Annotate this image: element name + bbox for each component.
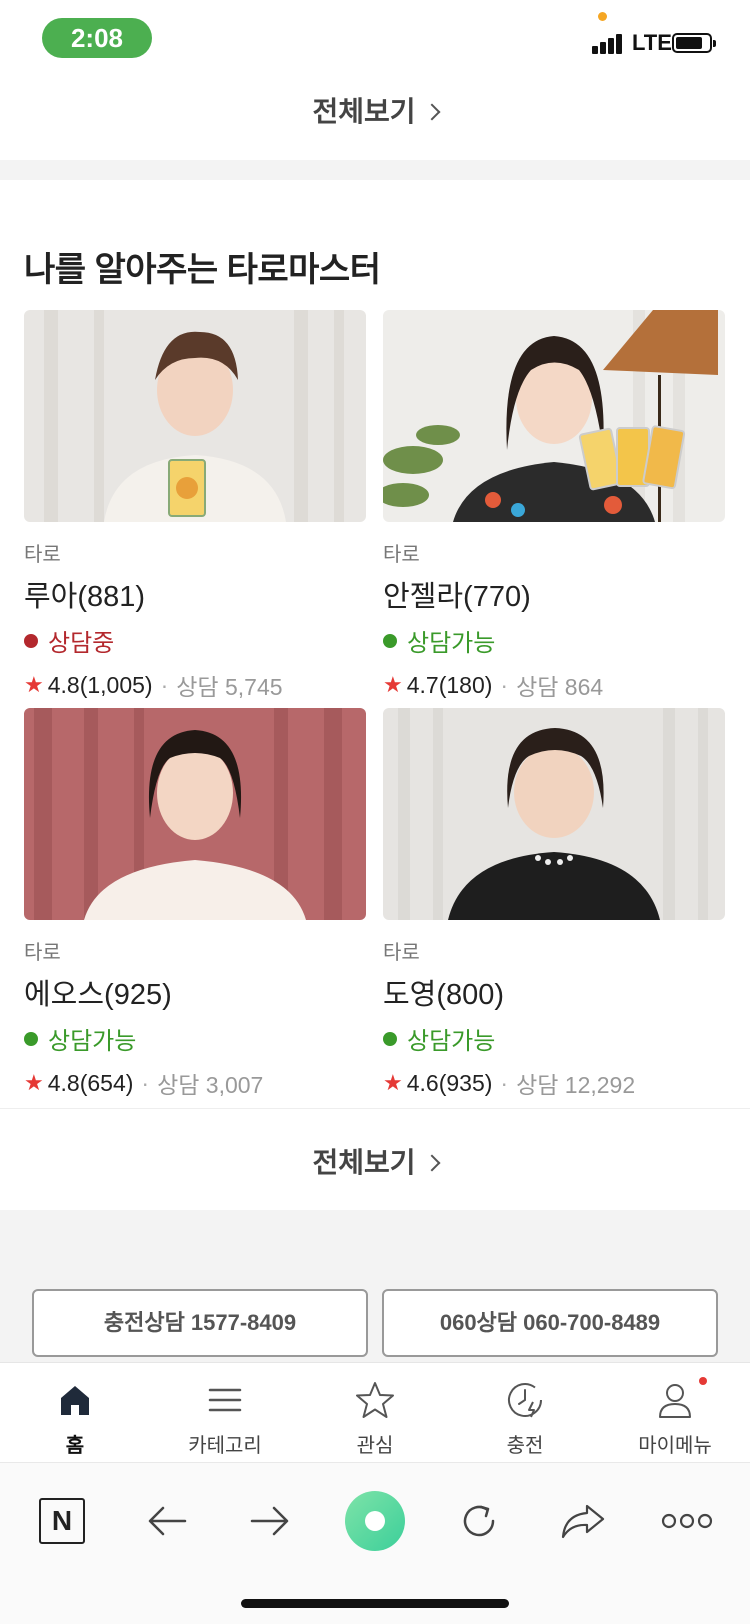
star-icon: ★: [383, 1070, 403, 1095]
tab-home[interactable]: 홈: [0, 1363, 150, 1462]
clock-charge-icon: [508, 1383, 542, 1418]
card-category: 타로: [383, 544, 420, 566]
meta-separator: ·: [500, 671, 509, 698]
consult-count: 상담 3,007: [157, 1072, 264, 1098]
home-indicator: [241, 1599, 509, 1608]
section-view-all-link[interactable]: 전체보기: [0, 1141, 750, 1181]
chevron-right-icon: [423, 103, 441, 121]
forward-button[interactable]: [240, 1491, 300, 1551]
tab-label: 카테고리: [188, 1435, 262, 1457]
back-arrow-icon: [148, 1506, 187, 1536]
card-meta: ★ 4.8(1,005) · 상담 5,745: [24, 668, 366, 702]
top-view-all-link[interactable]: 전체보기: [0, 90, 750, 130]
card-category: 타로: [24, 544, 61, 566]
more-button[interactable]: [660, 1491, 714, 1551]
tab-label: 충전: [506, 1435, 544, 1457]
tab-category[interactable]: 카테고리: [150, 1363, 300, 1462]
counselor-card[interactable]: 타로 도영(800) 상담가능 ★ 4.6(935) · 상담 12,292: [383, 708, 725, 1100]
time-pill: 2:08: [42, 18, 152, 58]
counselor-card[interactable]: 타로 안젤라(770) 상담가능 ★ 4.7(180) · 상담 864: [383, 310, 725, 702]
back-button[interactable]: [137, 1491, 197, 1551]
person-icon: [659, 1384, 691, 1418]
counselor-card[interactable]: 타로 에오스(925) 상담가능 ★ 4.8(654) · 상담 3,007: [24, 708, 366, 1100]
counselor-photo: [383, 708, 725, 920]
divider: [0, 1108, 750, 1109]
battery-icon: [672, 33, 716, 53]
consult-count: 상담 864: [516, 674, 604, 700]
meta-separator: ·: [500, 1069, 509, 1096]
forward-arrow-icon: [250, 1506, 289, 1536]
card-category: 타로: [383, 942, 420, 964]
refresh-button[interactable]: [449, 1491, 509, 1551]
counselor-photo: [24, 310, 366, 522]
counselor-photo: [24, 708, 366, 920]
status-dot: [383, 633, 397, 648]
card-name: 도영(800): [383, 979, 505, 1011]
view-all-label: 전체보기: [312, 96, 416, 127]
naver-logo-icon: N: [39, 1498, 85, 1544]
status-bar: 2:08 LTE: [0, 0, 750, 80]
network-label: LTE: [632, 30, 672, 55]
section-separator: [0, 160, 750, 180]
tab-label: 마이메뉴: [638, 1435, 712, 1457]
status-label: 상담가능: [48, 1028, 137, 1055]
refresh-icon: [463, 1505, 495, 1537]
star-icon: [356, 1382, 394, 1418]
status-dot: [383, 1031, 397, 1046]
card-status: 상담가능: [24, 1021, 366, 1056]
green-dot-button[interactable]: [344, 1490, 406, 1552]
card-name: 에오스(925): [24, 979, 172, 1011]
share-icon: [561, 1504, 605, 1539]
call-060-button[interactable]: 060상담 060-700-8489: [382, 1289, 718, 1357]
rating-label: 4.8(1,005): [47, 671, 153, 698]
card-meta: ★ 4.8(654) · 상담 3,007: [24, 1066, 366, 1100]
notification-dot: [699, 1377, 707, 1385]
status-dot: [24, 1031, 38, 1046]
chevron-right-icon: [423, 1154, 441, 1172]
consult-count: 상담 12,292: [516, 1072, 636, 1098]
section-title: 나를 알아주는 타로마스터: [24, 251, 381, 289]
card-name: 안젤라(770): [383, 581, 531, 613]
view-all-label: 전체보기: [312, 1147, 416, 1178]
naver-logo-letter: N: [51, 1505, 73, 1536]
card-meta: ★ 4.7(180) · 상담 864: [383, 668, 725, 702]
charge-consult-button[interactable]: 충전상담 1577-8409: [32, 1289, 368, 1357]
more-icon: [661, 1513, 713, 1529]
status-label: 상담중: [48, 630, 115, 657]
tab-favorites[interactable]: 관심: [300, 1363, 450, 1462]
tab-label: 홈: [65, 1435, 85, 1457]
star-icon: ★: [383, 672, 403, 697]
signal-icon: [592, 32, 630, 54]
card-status: 상담중: [24, 623, 366, 658]
meta-separator: ·: [141, 1069, 150, 1096]
card-meta: ★ 4.6(935) · 상담 12,292: [383, 1066, 725, 1100]
card-category: 타로: [24, 942, 61, 964]
card-status: 상담가능: [383, 623, 725, 658]
card-status: 상담가능: [383, 1021, 725, 1056]
home-icon: [61, 1386, 89, 1415]
tab-my-menu[interactable]: 마이메뉴: [600, 1363, 750, 1462]
star-icon: ★: [24, 1070, 44, 1095]
counselor-photo: [383, 310, 725, 522]
share-button[interactable]: [553, 1491, 613, 1551]
rating-label: 4.6(935): [406, 1069, 493, 1096]
bottom-tab-bar: 홈 카테고리 관심 충전 마이메뉴: [0, 1362, 750, 1462]
star-icon: ★: [24, 672, 44, 697]
privacy-indicator-dot: [598, 12, 607, 21]
tab-label: 관심: [356, 1435, 394, 1457]
browser-toolbar: N: [0, 1462, 750, 1624]
status-dot: [24, 633, 38, 648]
status-label: 상담가능: [407, 630, 496, 657]
rating-label: 4.7(180): [406, 671, 493, 698]
card-name: 루아(881): [24, 581, 146, 613]
status-label: 상담가능: [407, 1028, 496, 1055]
counselor-card[interactable]: 타로 루아(881) 상담중 ★ 4.8(1,005) · 상담 5,745: [24, 310, 366, 702]
rating-label: 4.8(654): [47, 1069, 134, 1096]
meta-separator: ·: [160, 671, 169, 698]
tab-charge[interactable]: 충전: [450, 1363, 600, 1462]
green-circle-icon: [345, 1491, 405, 1551]
menu-icon: [208, 1388, 242, 1412]
naver-logo-button[interactable]: N: [32, 1491, 92, 1551]
consult-count: 상담 5,745: [176, 674, 283, 700]
